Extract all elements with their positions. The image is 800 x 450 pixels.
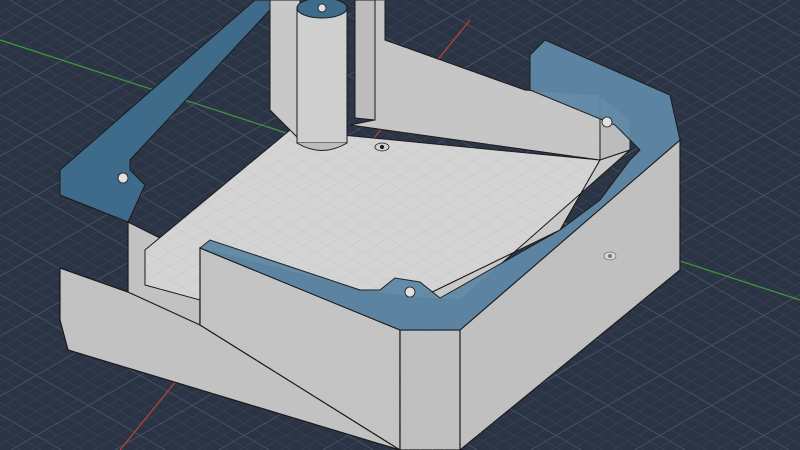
screw-hole-front[interactable] [404, 286, 416, 298]
cylinder-boss[interactable] [296, 0, 348, 151]
screw-hole-right[interactable] [601, 116, 613, 128]
screw-hole-floor[interactable] [374, 142, 390, 152]
screw-hole-wall[interactable] [603, 251, 617, 261]
viewport-canvas[interactable] [0, 0, 800, 450]
3d-viewport[interactable] [0, 0, 800, 450]
back-wall-slot [354, 0, 376, 121]
screw-hole-left[interactable] [117, 172, 129, 184]
